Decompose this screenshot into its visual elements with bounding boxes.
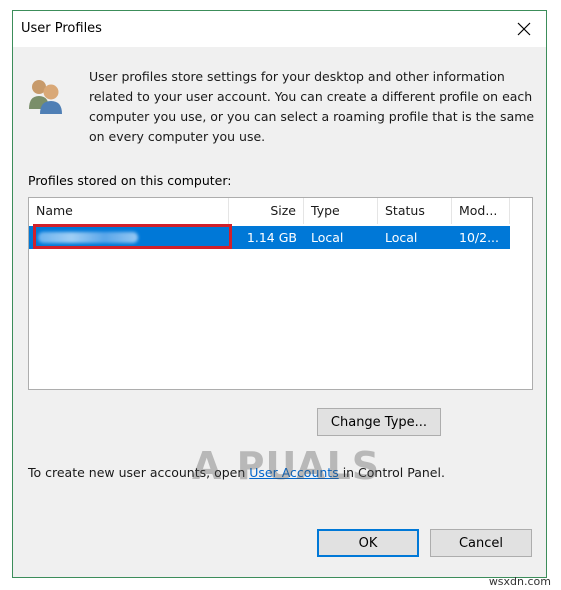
footer-prefix: To create new user accounts, open xyxy=(28,465,250,480)
title-bar: User Profiles xyxy=(13,11,546,47)
site-watermark: wsxdn.com xyxy=(488,575,551,588)
list-header: Name Size Type Status Mod... xyxy=(29,198,532,224)
close-button[interactable] xyxy=(502,11,546,47)
footer-suffix: in Control Panel. xyxy=(338,465,445,480)
close-icon xyxy=(517,22,531,36)
user-accounts-link[interactable]: User Accounts xyxy=(249,465,338,480)
description-text: User profiles store settings for your de… xyxy=(89,69,535,144)
ok-button[interactable]: OK xyxy=(317,529,419,557)
users-icon xyxy=(29,80,62,114)
column-header-size[interactable]: Size xyxy=(229,198,304,224)
column-header-modified[interactable]: Mod... xyxy=(452,198,510,224)
window-title: User Profiles xyxy=(21,21,102,36)
profiles-label: Profiles stored on this computer: xyxy=(28,173,232,188)
footer-text: To create new user accounts, open User A… xyxy=(28,465,445,480)
row-status-cell: Local xyxy=(385,230,418,245)
column-header-name[interactable]: Name xyxy=(29,198,229,224)
profiles-list[interactable]: Name Size Type Status Mod... 1.14 GB Loc… xyxy=(28,197,533,390)
row-size-cell: 1.14 GB xyxy=(246,230,297,245)
user-profiles-dialog: User Profiles User profiles store settin… xyxy=(12,10,547,578)
red-highlight-box xyxy=(33,224,232,249)
column-header-status[interactable]: Status xyxy=(378,198,452,224)
change-type-button[interactable]: Change Type... xyxy=(317,408,441,436)
column-header-type[interactable]: Type xyxy=(304,198,378,224)
cancel-button[interactable]: Cancel xyxy=(430,529,532,557)
row-type-cell: Local xyxy=(311,230,344,245)
row-modified-cell: 10/2... xyxy=(459,230,499,245)
